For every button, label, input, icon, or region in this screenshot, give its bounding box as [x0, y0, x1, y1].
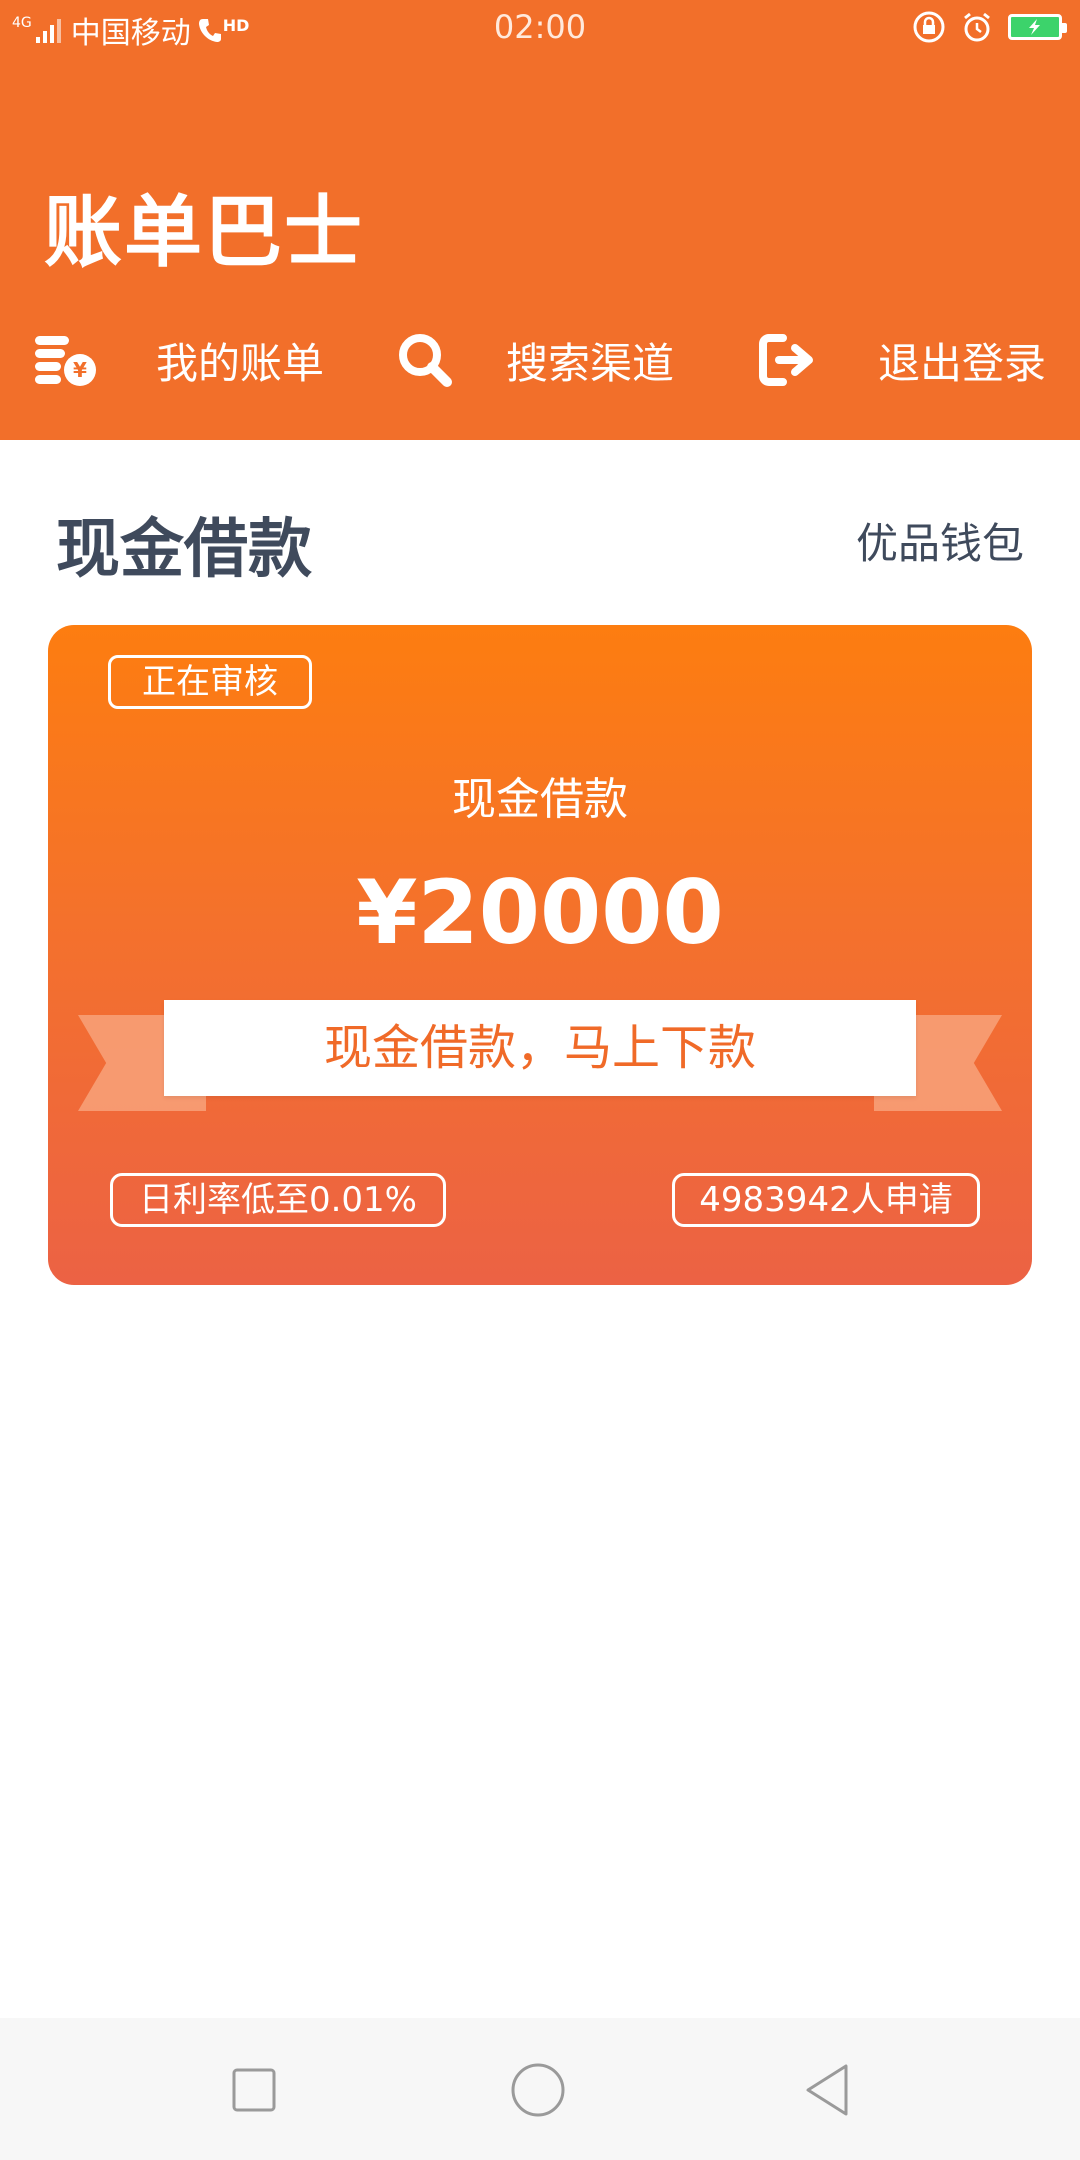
section-link-youpin-wallet[interactable]: 优品钱包 [856, 510, 1024, 571]
top-nav: ¥ 我的账单 搜索渠道 退出登录 [0, 320, 1080, 400]
nav-label-search-channel: 搜索渠道 [506, 338, 675, 388]
square-icon [232, 2068, 276, 2112]
circle-icon [511, 2063, 565, 2117]
nav-label-my-bills: 我的账单 [156, 338, 325, 388]
system-nav-bar [0, 2018, 1080, 2160]
section-title: 现金借款 [56, 513, 312, 587]
rate-badge: 日利率低至0.01% [110, 1173, 446, 1227]
back-button[interactable] [800, 2062, 856, 2118]
app-header: 4G 中国移动 HD 02:00 账单巴士 ¥ 我的账单 搜索渠道 退出登录 [0, 0, 1080, 440]
nav-item-logout[interactable]: 退出登录 [752, 320, 1046, 400]
coin-stack-icon: ¥ [32, 327, 98, 393]
rotation-lock-icon [913, 11, 945, 43]
loan-amount: ¥20000 [356, 861, 724, 964]
home-button[interactable] [510, 2062, 566, 2118]
search-icon [392, 327, 458, 393]
applicants-badge: 4983942人申请 [672, 1173, 980, 1227]
back-triangle-icon [806, 2064, 848, 2116]
charging-bolt-icon [1029, 19, 1040, 35]
status-right [912, 10, 1067, 44]
status-bar: 4G 中国移动 HD 02:00 [0, 0, 1080, 56]
status-badge: 正在审核 [108, 655, 312, 709]
loan-card[interactable]: 正在审核 现金借款 ¥20000 现金借款，马上下款 日利率低至0.01% 49… [48, 625, 1032, 1285]
recent-apps-button[interactable] [226, 2062, 282, 2118]
svg-text:¥: ¥ [73, 358, 87, 382]
battery-icon [1008, 14, 1067, 40]
nav-item-my-bills[interactable]: ¥ 我的账单 [32, 320, 324, 400]
nav-item-search-channel[interactable]: 搜索渠道 [392, 320, 674, 400]
alarm-icon [964, 12, 990, 42]
nav-label-logout: 退出登录 [878, 338, 1047, 388]
promo-banner: 现金借款，马上下款 [164, 1000, 916, 1096]
app-title: 账单巴士 [44, 188, 365, 278]
card-subtitle: 现金借款 [452, 774, 628, 825]
logout-icon [752, 327, 818, 393]
